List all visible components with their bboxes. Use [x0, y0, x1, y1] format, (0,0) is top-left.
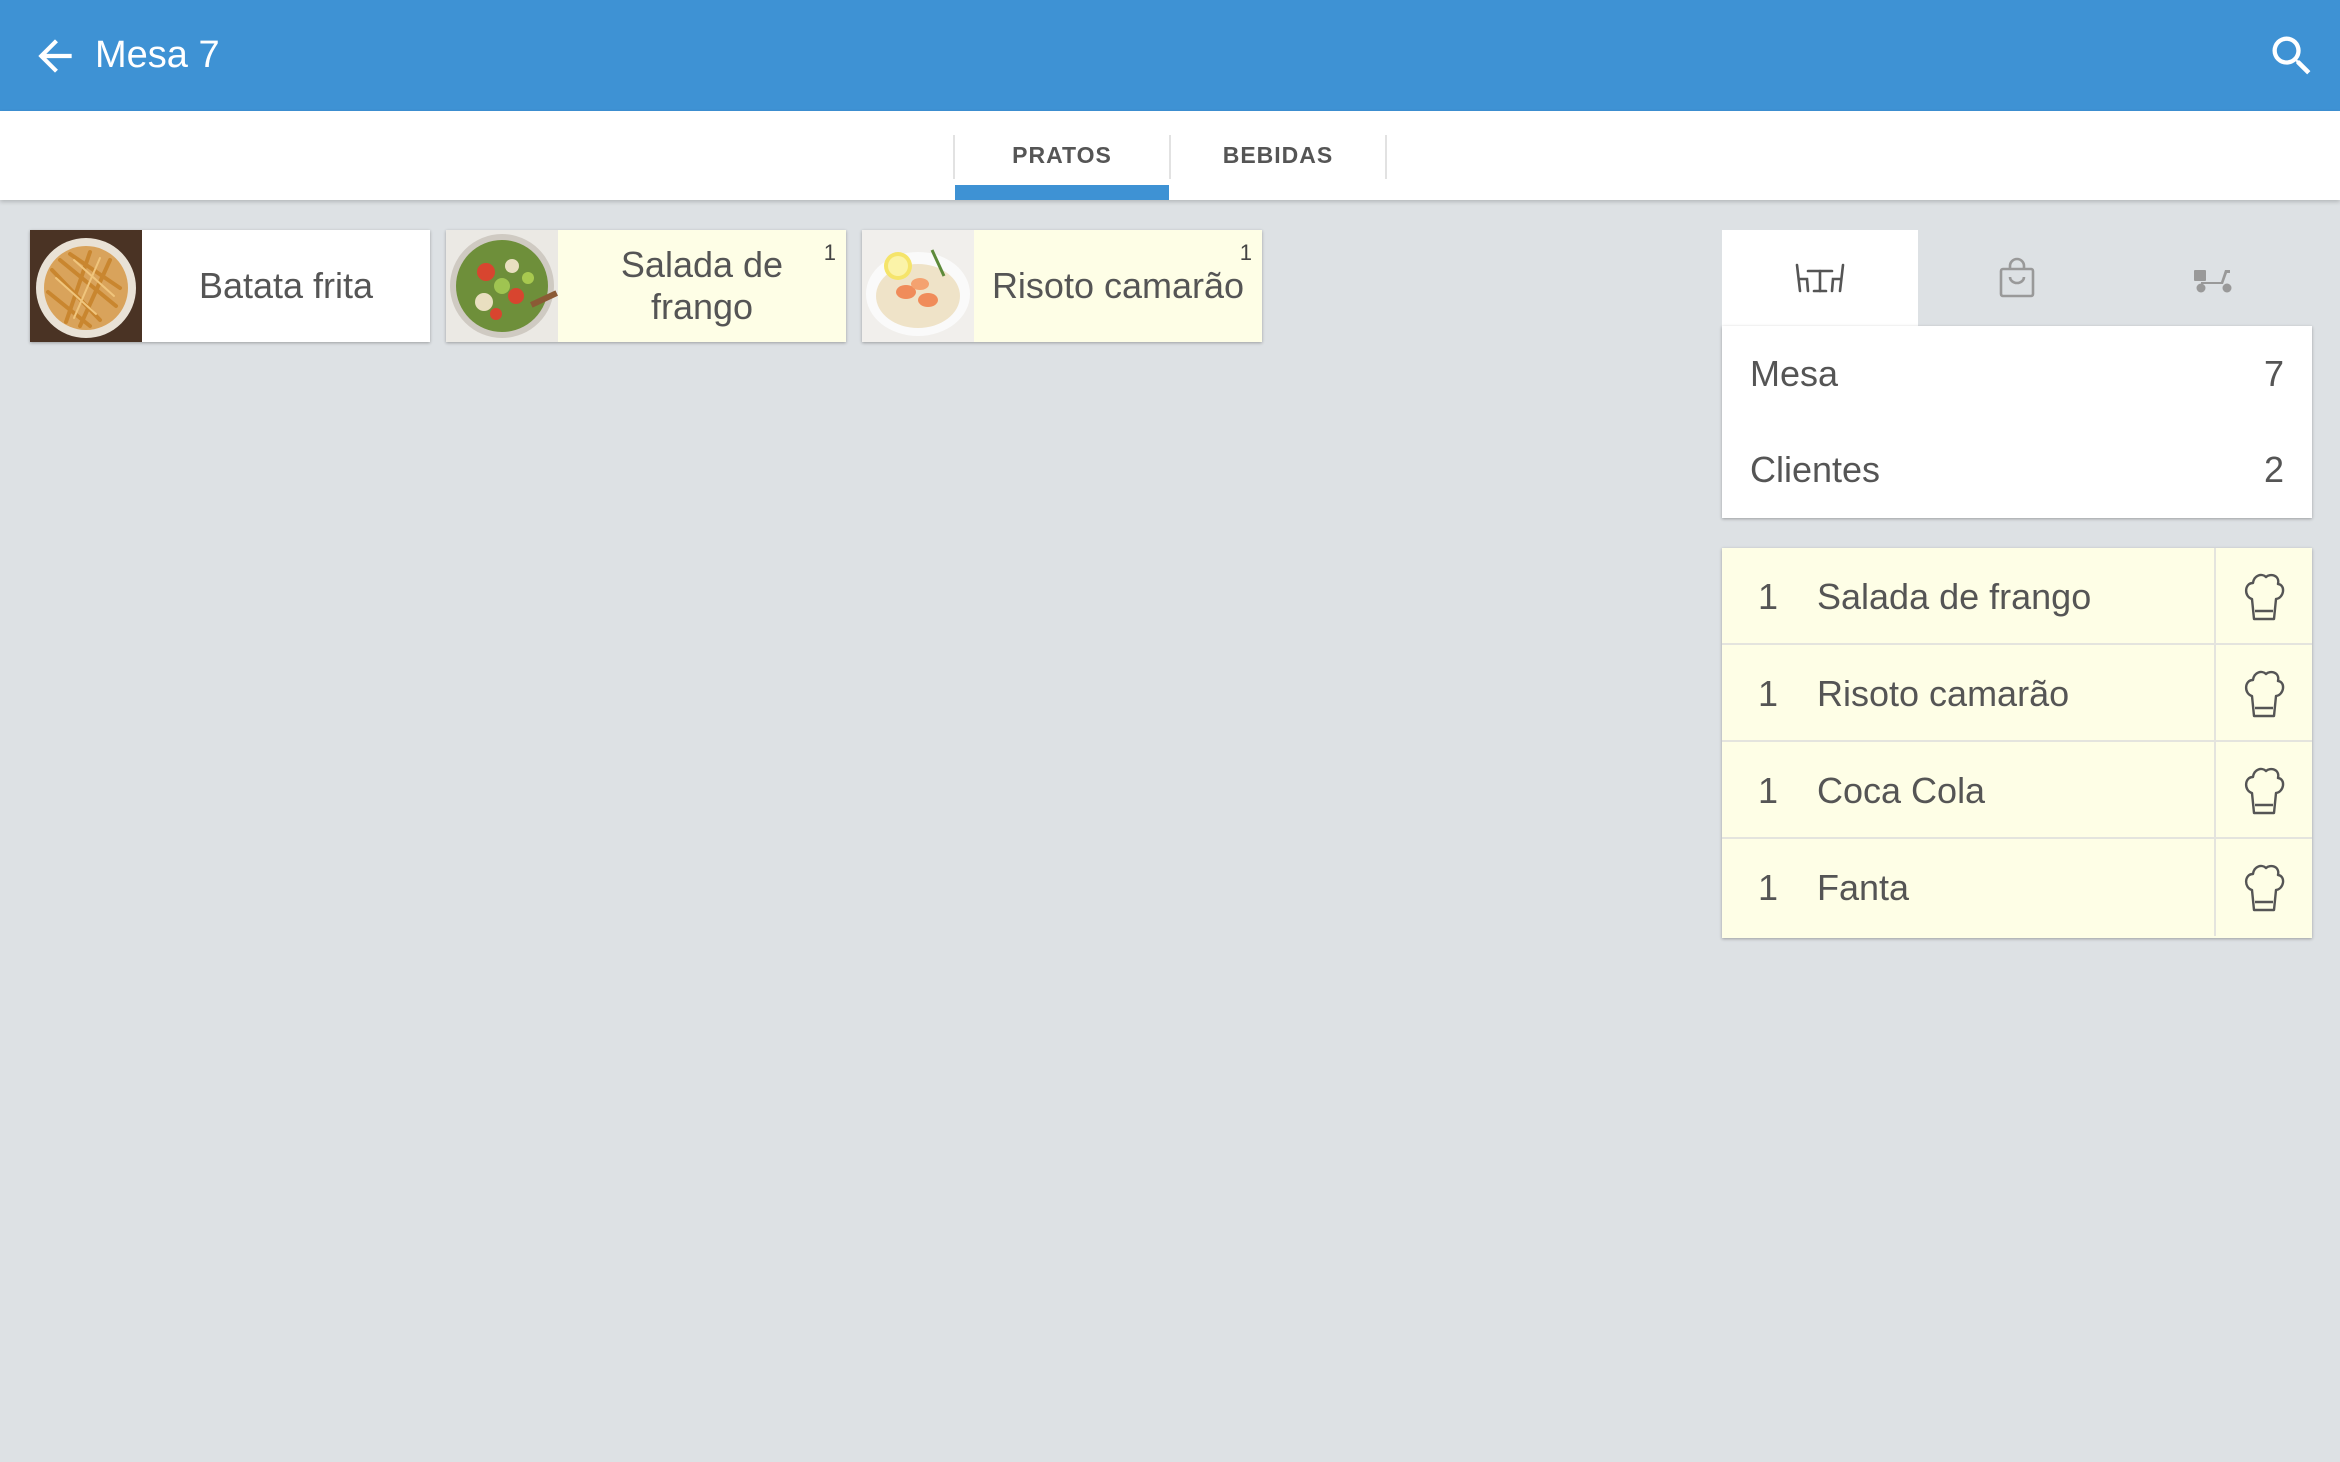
tab-divider — [1385, 135, 1387, 179]
product-count-badge: 1 — [823, 240, 836, 265]
info-label: Clientes — [1750, 449, 1881, 490]
order-item[interactable]: 1 Salada de frango — [1722, 548, 2312, 645]
order-qty: 1 — [1758, 866, 1779, 908]
order-qty: 1 — [1758, 769, 1779, 811]
tab-bebidas[interactable]: BEBIDAS — [1171, 111, 1385, 200]
category-tabs: PRATOS BEBIDAS — [0, 111, 2340, 200]
order-name: Salada de frango — [1817, 575, 2092, 617]
order-item[interactable]: 1 Coca Cola — [1722, 742, 2312, 839]
delivery-scooter-icon — [2194, 270, 2232, 293]
info-row-mesa: Mesa 7 — [1722, 326, 2312, 422]
order-item[interactable]: 1 Fanta — [1722, 839, 2312, 936]
product-count-badge: 1 — [1239, 240, 1252, 265]
order-item[interactable]: 1 Risoto camarão — [1722, 645, 2312, 742]
send-to-kitchen-button[interactable] — [2214, 645, 2312, 742]
chef-hat-icon — [2244, 767, 2285, 814]
send-to-kitchen-button[interactable] — [2214, 548, 2312, 645]
info-row-clientes: Clientes 2 — [1722, 422, 2312, 518]
order-qty: 1 — [1758, 672, 1779, 714]
table-dining-icon — [1795, 263, 1845, 293]
product-card-salada-de-frango[interactable]: Salada de frango 1 — [446, 230, 846, 342]
order-mode-tabs — [1722, 230, 2312, 326]
send-to-kitchen-button[interactable] — [2214, 839, 2312, 936]
info-value[interactable]: 7 — [2264, 353, 2284, 395]
info-label: Mesa — [1750, 353, 1839, 394]
mode-tab-takeaway[interactable] — [1919, 230, 2115, 326]
salad-photo — [446, 230, 558, 342]
tab-pratos[interactable]: PRATOS — [955, 111, 1169, 200]
chef-hat-icon — [2244, 864, 2285, 911]
order-name: Risoto camarão — [1817, 672, 2070, 714]
order-name: Coca Cola — [1817, 769, 1986, 811]
product-card-batata-frita[interactable]: Batata frita — [30, 230, 430, 342]
product-card-risoto-camarao[interactable]: Risoto camarão 1 — [862, 230, 1262, 342]
product-name: Salada de frango — [620, 244, 784, 327]
order-qty: 1 — [1758, 575, 1779, 617]
mode-tab-delivery[interactable] — [2116, 230, 2312, 326]
tab-label: BEBIDAS — [1222, 142, 1334, 168]
mode-tab-table[interactable] — [1722, 230, 1918, 326]
shopping-bag-icon — [1999, 257, 2035, 298]
product-name: Risoto camarão — [991, 265, 1245, 306]
order-name: Fanta — [1817, 866, 1910, 908]
app-bar: Mesa 7 — [0, 0, 2340, 111]
send-to-kitchen-button[interactable] — [2214, 742, 2312, 839]
order-list: 1 Salada de frango 1 Risoto camarão 1 Co… — [1722, 548, 2312, 938]
search-button[interactable] — [2266, 30, 2318, 82]
tab-label: PRATOS — [1012, 142, 1112, 168]
chef-hat-icon — [2244, 670, 2285, 717]
chef-hat-icon — [2244, 573, 2285, 620]
search-icon — [2272, 36, 2311, 75]
fries-photo — [30, 230, 142, 342]
page-title: Mesa 7 — [95, 34, 220, 76]
risotto-photo — [862, 230, 974, 342]
info-value[interactable]: 2 — [2264, 449, 2284, 491]
back-button[interactable] — [30, 31, 80, 81]
arrow-back-icon — [38, 39, 72, 73]
product-name: Batata frita — [198, 265, 374, 306]
table-info-card: Mesa 7 Clientes 2 — [1722, 326, 2312, 518]
